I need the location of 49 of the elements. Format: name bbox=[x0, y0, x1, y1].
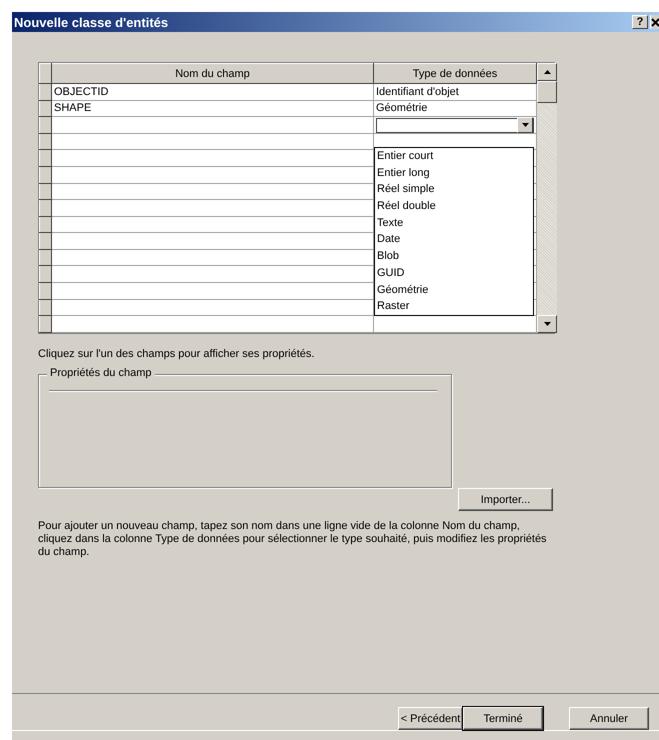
dropdown-option[interactable]: Entier court bbox=[375, 148, 533, 165]
row-selector[interactable] bbox=[40, 183, 52, 200]
row-selector[interactable] bbox=[40, 150, 52, 166]
row-selector[interactable] bbox=[40, 116, 52, 134]
column-header[interactable]: Type de données bbox=[374, 64, 536, 84]
group-title: Propriétés du champ bbox=[47, 367, 154, 379]
header-selector bbox=[40, 64, 52, 84]
scroll-down-button[interactable] bbox=[537, 315, 557, 333]
dropdown-option[interactable]: Raster bbox=[375, 298, 533, 315]
row-selector[interactable] bbox=[40, 216, 52, 233]
dropdown-option[interactable]: Entier long bbox=[375, 164, 533, 182]
row-selector[interactable] bbox=[40, 200, 52, 216]
scroll-up-button[interactable] bbox=[537, 63, 557, 81]
table-cell[interactable]: Géométrie bbox=[374, 100, 536, 117]
row-selector[interactable] bbox=[40, 232, 52, 250]
dropdown-option[interactable]: Réel simple bbox=[375, 181, 533, 198]
row-selector[interactable] bbox=[40, 84, 52, 100]
scrollbar[interactable] bbox=[537, 63, 557, 333]
help-button[interactable]: ? bbox=[632, 15, 648, 29]
back-button[interactable]: < Précédent bbox=[398, 707, 463, 730]
row-selector[interactable] bbox=[40, 282, 52, 300]
row-selector[interactable] bbox=[40, 249, 52, 266]
window-title: Nouvelle classe d'entités bbox=[14, 14, 170, 30]
row-selector[interactable] bbox=[40, 166, 52, 184]
dropdown-option[interactable]: Date bbox=[375, 231, 533, 248]
finish-button[interactable]: Terminé bbox=[463, 707, 543, 730]
dropdown-arrow-icon bbox=[522, 123, 528, 128]
row-selector[interactable] bbox=[40, 133, 52, 150]
row-selector[interactable] bbox=[40, 299, 52, 316]
table-cell[interactable]: Identifiant d'objet bbox=[374, 84, 536, 100]
table-cell[interactable]: SHAPE bbox=[52, 100, 374, 117]
instructions-text: Pour ajouter un nouveau champ, tapez son nom dans une ligne vide de la colonne Nom du champ, cliquez dans la colonne Type de données pour sélectionner le type souhaité, puis modifiez les propriétés du champ. bbox=[38, 520, 548, 559]
dropdown-option[interactable]: Géométrie bbox=[375, 282, 533, 298]
row-selector[interactable] bbox=[40, 316, 52, 332]
scroll-up-icon bbox=[544, 70, 550, 74]
dropdown-option[interactable]: Texte bbox=[375, 214, 533, 232]
dropdown-option[interactable]: GUID bbox=[375, 264, 533, 282]
scroll-thumb[interactable] bbox=[537, 81, 557, 103]
import-button[interactable]: Importer... bbox=[458, 488, 553, 511]
cancel-button[interactable]: Annuler bbox=[569, 707, 649, 730]
table-cell[interactable]: OBJECTID bbox=[52, 84, 374, 100]
dropdown-option[interactable]: Blob bbox=[375, 248, 533, 265]
row-selector[interactable] bbox=[40, 266, 52, 283]
close-icon[interactable] bbox=[650, 15, 659, 29]
scroll-down-icon bbox=[544, 322, 550, 326]
row-selector[interactable] bbox=[40, 100, 52, 117]
column-header[interactable]: Nom du champ bbox=[52, 64, 374, 84]
dropdown-option[interactable]: Réel double bbox=[375, 198, 533, 215]
hint-text: Cliquez sur l'un des champs pour afficher ses propriétés. bbox=[38, 348, 316, 360]
